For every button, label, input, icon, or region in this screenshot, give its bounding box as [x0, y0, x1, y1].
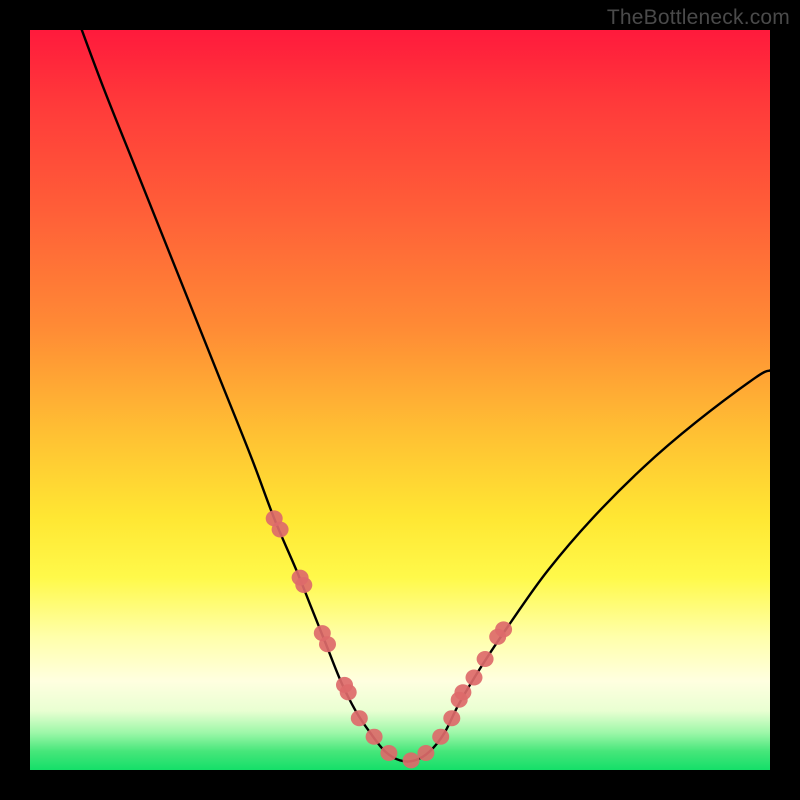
bottleneck-curve [82, 30, 770, 762]
highlight-dot [417, 745, 434, 761]
highlight-dot [495, 621, 512, 637]
plot-area [30, 30, 770, 770]
highlight-dot [272, 522, 289, 538]
highlight-dot [454, 684, 471, 700]
watermark-text: TheBottleneck.com [607, 6, 790, 30]
highlight-dot [477, 651, 494, 667]
highlight-dot [295, 577, 312, 593]
highlight-dot [403, 752, 420, 768]
highlight-dot [466, 670, 483, 686]
highlight-dots-group [266, 510, 512, 768]
highlight-dot [340, 684, 357, 700]
highlight-dot [380, 745, 397, 761]
highlight-dot [319, 636, 336, 652]
highlight-dot [366, 729, 383, 745]
outer-frame: TheBottleneck.com [0, 0, 800, 800]
highlight-dot [443, 710, 460, 726]
highlight-dot [351, 710, 368, 726]
curve-svg [30, 30, 770, 770]
highlight-dot [432, 729, 449, 745]
